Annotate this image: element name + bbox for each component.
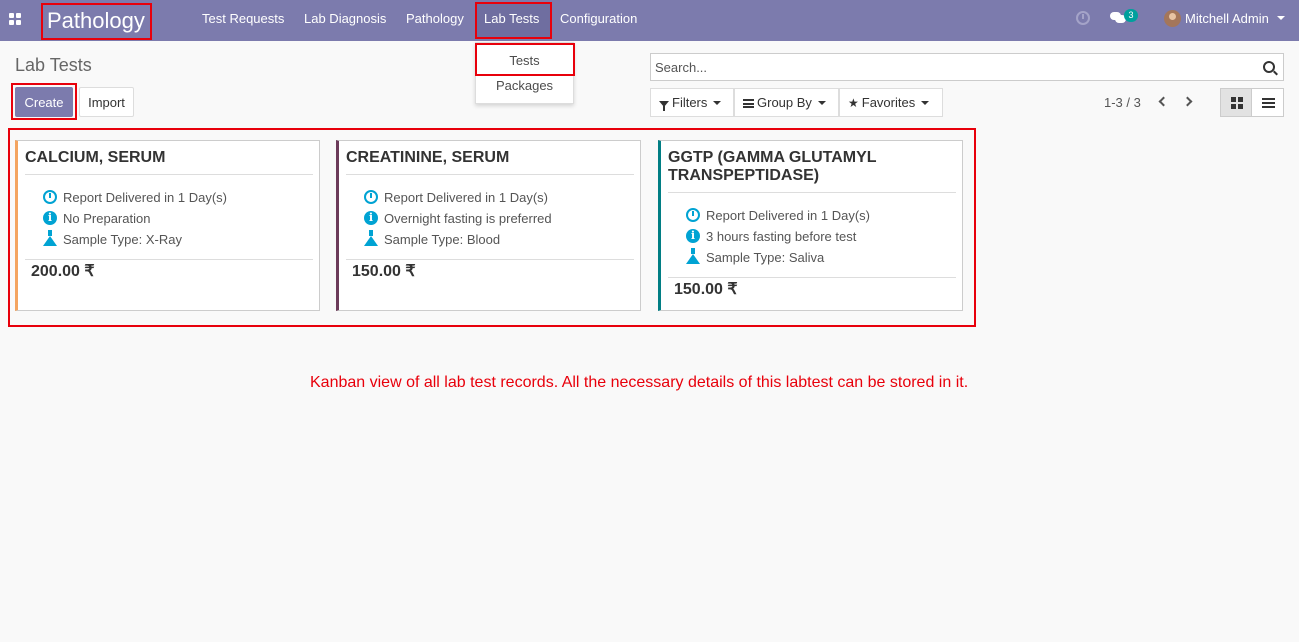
pager-previous-icon[interactable] (1155, 94, 1169, 110)
search-input[interactable] (655, 58, 1255, 77)
chevron-down-icon (713, 100, 722, 105)
card-report-row: Report Delivered in 1 Day(s) (43, 188, 227, 208)
page-title: Lab Tests (15, 55, 92, 75)
kanban-card[interactable]: GGTP (GAMMA GLUTAMYL TRANSPEPTIDASE) Rep… (658, 140, 963, 311)
card-divider (25, 259, 313, 260)
search-icon[interactable] (1263, 61, 1275, 73)
card-price: 150.00 ₹ (674, 281, 738, 298)
annotation-caption: Kanban view of all lab test records. All… (310, 374, 969, 391)
card-price: 150.00 ₹ (352, 263, 416, 280)
card-sample: Sample Type: Blood (384, 232, 501, 247)
card-sample-row: Sample Type: Blood (364, 230, 500, 250)
card-title: GGTP (GAMMA GLUTAMYL TRANSPEPTIDASE) (668, 149, 877, 184)
card-divider (346, 174, 634, 175)
app-brand[interactable]: Pathology (41, 3, 152, 40)
kanban-card[interactable]: CREATININE, SERUM Report Delivered in 1 … (336, 140, 641, 311)
clock-icon (364, 190, 378, 204)
card-price: 200.00 ₹ (31, 263, 95, 280)
flask-icon (364, 230, 378, 246)
clock-icon (686, 208, 700, 222)
card-sample-row: Sample Type: Saliva (686, 248, 824, 268)
card-sample-row: Sample Type: X-Ray (43, 230, 182, 250)
menu-lab-tests[interactable]: Lab Tests (484, 0, 539, 41)
favorites-button[interactable]: ★ Favorites (839, 88, 943, 117)
top-navbar: Pathology Test Requests Lab Diagnosis Pa… (0, 0, 1299, 41)
menu-pathology[interactable]: Pathology (406, 0, 464, 41)
card-title: CREATININE, SERUM (346, 149, 510, 166)
dropdown-item-packages[interactable]: Packages (476, 74, 573, 98)
menu-lab-diagnosis[interactable]: Lab Diagnosis (304, 0, 386, 41)
filters-button[interactable]: Filters (650, 88, 734, 117)
card-preparation-row: Overnight fasting is preferred (364, 209, 552, 229)
list-view-button[interactable] (1251, 88, 1284, 117)
import-button[interactable]: Import (79, 87, 134, 117)
card-report: Report Delivered in 1 Day(s) (706, 208, 871, 223)
info-icon (364, 211, 378, 225)
menu-test-requests[interactable]: Test Requests (202, 0, 284, 41)
card-report-row: Report Delivered in 1 Day(s) (686, 206, 870, 226)
favorites-label: Favorites (861, 95, 916, 110)
info-icon (43, 211, 57, 225)
filters-label: Filters (672, 95, 708, 110)
card-preparation-row: 3 hours fasting before test (686, 227, 856, 247)
apps-grid-icon[interactable] (9, 13, 21, 25)
card-divider (668, 192, 956, 193)
search-bar (650, 53, 1284, 81)
menu-configuration[interactable]: Configuration (560, 0, 637, 41)
group-by-label: Group By (757, 95, 812, 110)
list-icon (1262, 98, 1275, 108)
card-preparation: Overnight fasting is preferred (384, 211, 552, 226)
card-preparation-row: No Preparation (43, 209, 150, 229)
kanban-grid-icon (1231, 97, 1243, 109)
create-button[interactable]: Create (15, 87, 73, 117)
chevron-down-icon[interactable] (1277, 16, 1285, 20)
card-report: Report Delivered in 1 Day(s) (384, 190, 549, 205)
star-icon: ★ (848, 96, 859, 110)
card-divider (25, 174, 313, 175)
user-menu[interactable]: Mitchell Admin (1185, 0, 1269, 37)
card-report-row: Report Delivered in 1 Day(s) (364, 188, 548, 208)
clock-icon (43, 190, 57, 204)
card-report: Report Delivered in 1 Day(s) (63, 190, 228, 205)
dropdown-highlight (475, 43, 575, 76)
flask-icon (43, 230, 57, 246)
flask-icon (686, 248, 700, 264)
pager-value[interactable]: 1-3 / 3 (1104, 95, 1141, 110)
card-divider (346, 259, 634, 260)
card-divider (668, 277, 956, 278)
group-by-button[interactable]: Group By (734, 88, 839, 117)
kanban-view-button[interactable] (1220, 88, 1252, 117)
activity-clock-icon[interactable] (1076, 11, 1090, 25)
pager-next-icon[interactable] (1182, 94, 1197, 110)
card-preparation: No Preparation (63, 211, 151, 226)
info-icon (686, 229, 700, 243)
chat-badge: 3 (1124, 9, 1138, 22)
card-title: CALCIUM, SERUM (25, 149, 166, 166)
chevron-down-icon (817, 100, 826, 105)
filter-icon (659, 100, 669, 111)
card-preparation: 3 hours fasting before test (706, 229, 857, 244)
bars-icon (743, 99, 754, 109)
card-sample: Sample Type: X-Ray (63, 232, 182, 247)
avatar[interactable] (1164, 10, 1181, 27)
kanban-card[interactable]: CALCIUM, SERUM Report Delivered in 1 Day… (15, 140, 320, 311)
chevron-down-icon (921, 100, 930, 105)
card-sample: Sample Type: Saliva (706, 250, 825, 265)
